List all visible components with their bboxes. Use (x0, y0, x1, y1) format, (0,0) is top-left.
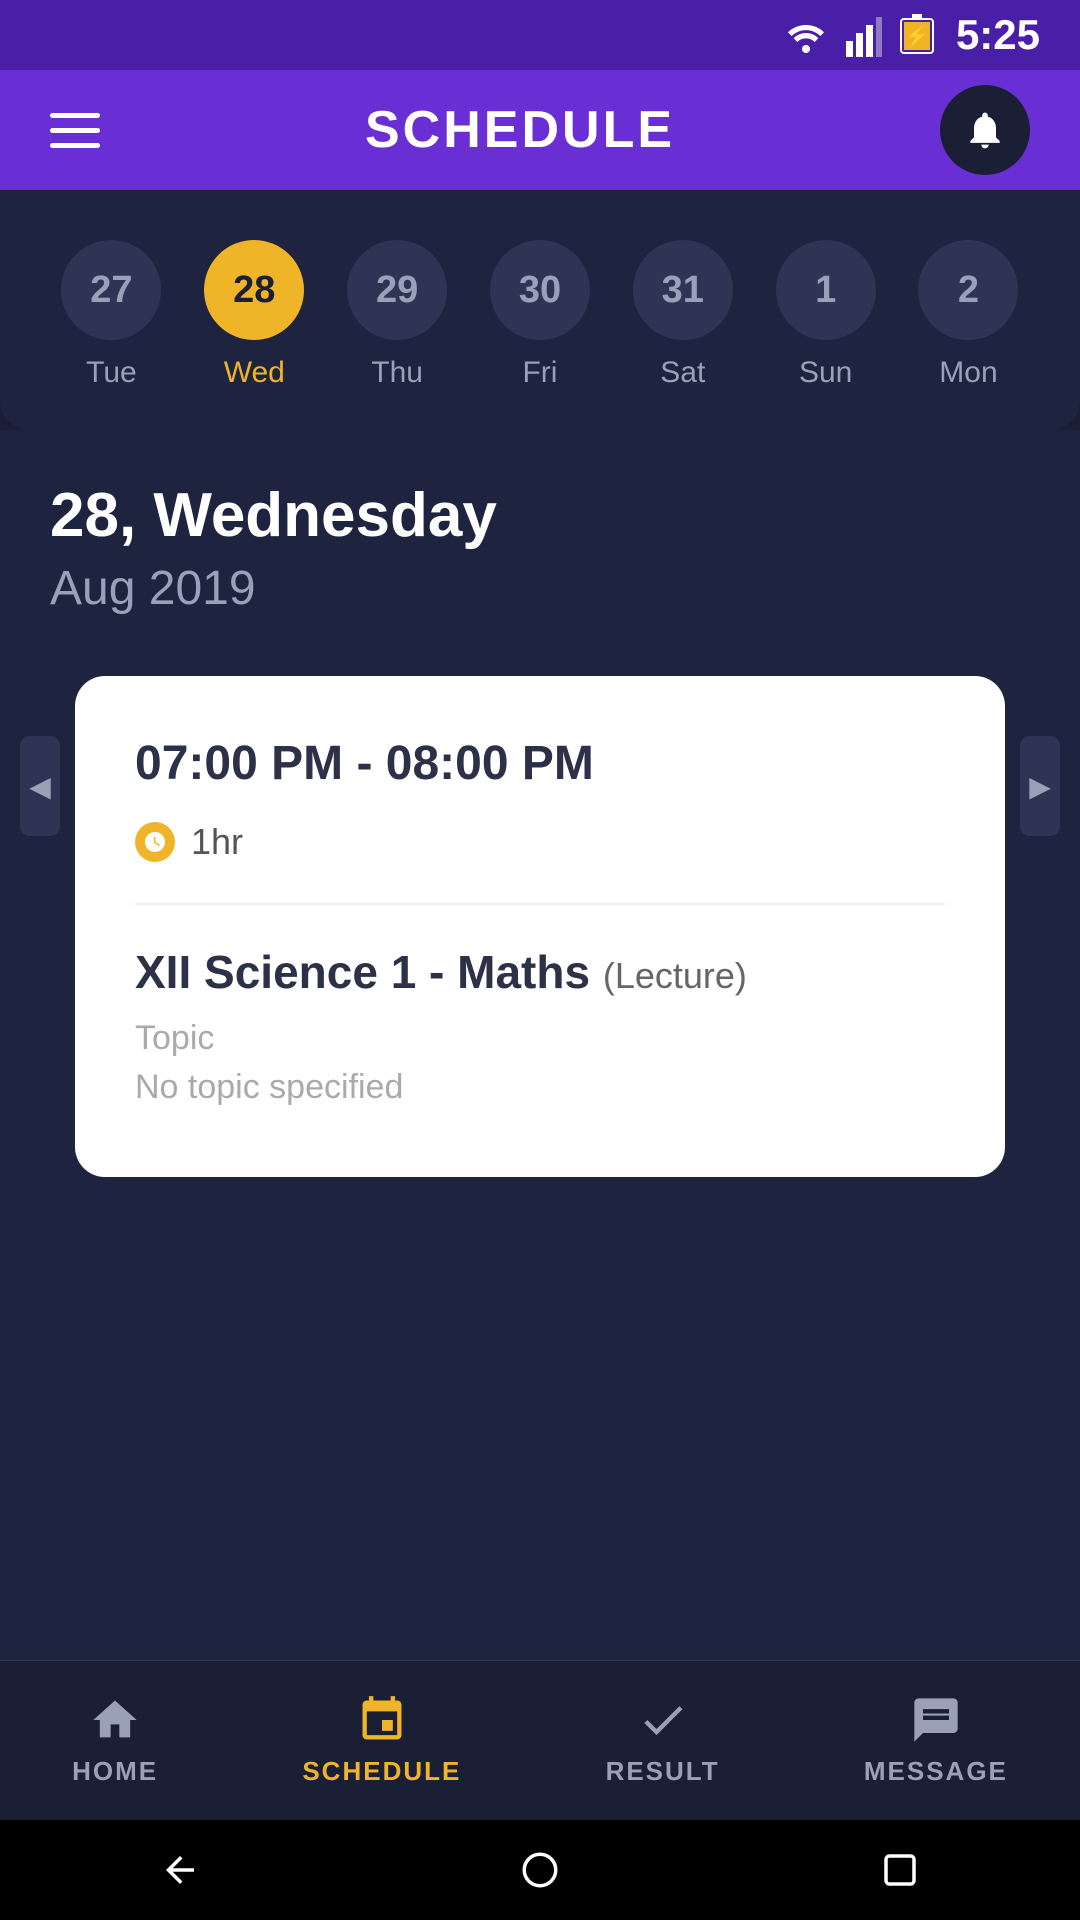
day-label-sat: Sat (660, 356, 705, 390)
day-number-2: 2 (918, 240, 1018, 340)
topic-label: Topic (135, 1019, 945, 1058)
card-time: 07:00 PM - 08:00 PM (135, 736, 945, 791)
day-number-28: 28 (204, 240, 304, 340)
day-label-mon: Mon (939, 356, 997, 390)
day-label-sun: Sun (799, 356, 852, 390)
message-icon (910, 1694, 962, 1746)
nav-item-result[interactable]: RESULT (576, 1684, 750, 1797)
day-item-mon[interactable]: 2 Mon (918, 240, 1018, 390)
svg-text:⚡: ⚡ (904, 24, 929, 48)
day-number-29: 29 (347, 240, 447, 340)
schedule-icon (356, 1694, 408, 1746)
day-number-27: 27 (61, 240, 161, 340)
nav-label-home: HOME (72, 1756, 158, 1787)
day-label-tue: Tue (86, 356, 137, 390)
nav-label-schedule: SCHEDULE (302, 1756, 461, 1787)
card-divider (135, 903, 945, 905)
notification-button[interactable] (940, 85, 1030, 175)
clock-icon (135, 822, 175, 862)
day-number-31: 31 (633, 240, 733, 340)
day-label-wed: Wed (224, 356, 285, 390)
app-bar: SCHEDULE (0, 70, 1080, 190)
date-main: 28, Wednesday (50, 480, 1030, 551)
day-item-wed[interactable]: 28 Wed (204, 240, 304, 390)
bell-icon (963, 108, 1007, 152)
back-button[interactable] (159, 1849, 201, 1891)
result-icon (637, 1694, 689, 1746)
day-label-fri: Fri (522, 356, 557, 390)
home-button[interactable] (519, 1849, 561, 1891)
date-header: 28, Wednesday Aug 2019 (0, 430, 1080, 646)
hamburger-menu-button[interactable] (50, 113, 100, 148)
class-name: XII Science 1 - Maths (Lecture) (135, 945, 945, 999)
bottom-nav: HOME SCHEDULE RESULT MESSAGE (0, 1660, 1080, 1820)
day-item-sat[interactable]: 31 Sat (633, 240, 733, 390)
duration-text: 1hr (191, 821, 243, 863)
day-item-thu[interactable]: 29 Thu (347, 240, 447, 390)
nav-label-result: RESULT (606, 1756, 720, 1787)
app-title: SCHEDULE (365, 100, 675, 160)
battery-icon: ⚡ (900, 13, 938, 57)
card-duration: 1hr (135, 821, 945, 863)
wifi-icon (784, 17, 828, 53)
next-card-button[interactable]: ▶ (1020, 736, 1060, 836)
nav-item-schedule[interactable]: SCHEDULE (272, 1684, 491, 1797)
topic-value: No topic specified (135, 1068, 945, 1107)
recents-button[interactable] (879, 1849, 921, 1891)
lecture-tag: (Lecture) (603, 955, 747, 996)
status-icons: ⚡ 5:25 (784, 11, 1040, 59)
day-number-30: 30 (490, 240, 590, 340)
day-item-sun[interactable]: 1 Sun (776, 240, 876, 390)
signal-icon (846, 13, 882, 57)
nav-item-message[interactable]: MESSAGE (834, 1684, 1038, 1797)
date-sub: Aug 2019 (50, 561, 1030, 616)
status-bar: ⚡ 5:25 (0, 0, 1080, 70)
prev-card-button[interactable]: ◀ (20, 736, 60, 836)
nav-item-home[interactable]: HOME (42, 1684, 188, 1797)
day-item-fri[interactable]: 30 Fri (490, 240, 590, 390)
schedule-card: 07:00 PM - 08:00 PM 1hr XII Science 1 - … (75, 676, 1005, 1177)
status-time: 5:25 (956, 11, 1040, 59)
day-number-1: 1 (776, 240, 876, 340)
home-icon (89, 1694, 141, 1746)
calendar-section: 27 Tue 28 Wed 29 Thu 30 Fri 31 Sat 1 Sun… (0, 190, 1080, 430)
day-item-tue[interactable]: 27 Tue (61, 240, 161, 390)
calendar-days: 27 Tue 28 Wed 29 Thu 30 Fri 31 Sat 1 Sun… (40, 240, 1040, 390)
nav-label-message: MESSAGE (864, 1756, 1008, 1787)
day-label-thu: Thu (371, 356, 423, 390)
android-nav-bar (0, 1820, 1080, 1920)
schedule-area: ◀ 07:00 PM - 08:00 PM 1hr XII Science 1 … (0, 646, 1080, 1660)
